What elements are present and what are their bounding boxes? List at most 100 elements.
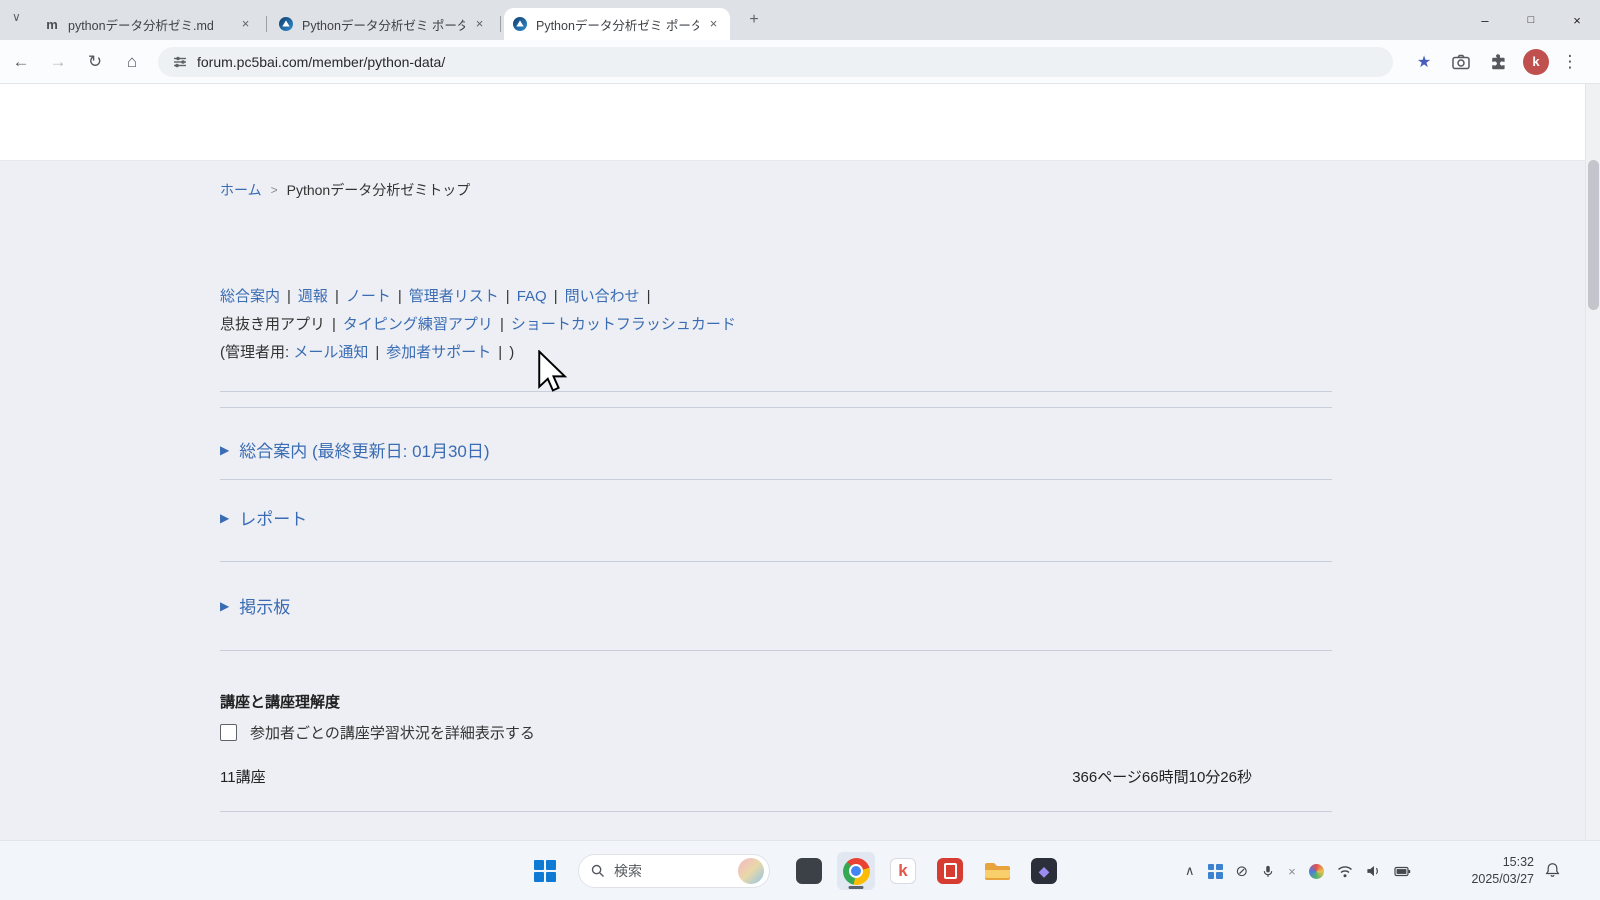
quick-links-row-1: 総合案内|週報|ノート|管理者リスト|FAQ|問い合わせ| <box>220 285 658 306</box>
site-favicon-icon <box>278 16 294 32</box>
browser-menu-icon[interactable]: ⋮ <box>1554 46 1586 78</box>
checkbox-row: 参加者ごとの講座学習状況を詳細表示する <box>220 722 535 743</box>
browser-tab-strip: ∨ m pythonデータ分析ゼミ.md × Pythonデータ分析ゼミ ポータ… <box>0 0 1600 40</box>
start-button-icon[interactable] <box>534 860 556 882</box>
link-shortcut-flashcards[interactable]: ショートカットフラッシュカード <box>511 316 736 333</box>
diamond-icon: ◆ <box>1031 858 1057 884</box>
taskbar-search-box[interactable]: 検索 <box>578 854 770 888</box>
speaker-icon[interactable] <box>1366 864 1381 878</box>
separator: | <box>375 344 379 361</box>
link-admin-list[interactable]: 管理者リスト <box>409 288 499 305</box>
window-maximize-button[interactable]: □ <box>1508 0 1554 40</box>
toolbar-right-tools: ★ k ⋮ <box>1403 46 1586 78</box>
site-info-icon[interactable] <box>172 54 188 70</box>
taskbar-app-dark[interactable] <box>790 852 828 890</box>
separator: | <box>500 316 504 333</box>
extensions-puzzle-icon[interactable] <box>1482 46 1514 78</box>
breadcrumb-current: Pythonデータ分析ゼミトップ <box>287 180 471 200</box>
separator: | <box>287 288 291 305</box>
address-bar[interactable]: forum.pc5bai.com/member/python-data/ <box>158 47 1393 77</box>
courses-heading: 講座と講座理解度 <box>220 691 340 712</box>
divider <box>220 811 1332 812</box>
tray-chevron-up-icon[interactable]: ∧ <box>1185 863 1195 879</box>
system-tray: ∧ ⊘ × <box>1185 841 1411 900</box>
link-mail-notify[interactable]: メール通知 <box>293 344 368 361</box>
taskbar-app-k[interactable]: k <box>884 852 922 890</box>
bookmark-star-icon[interactable]: ★ <box>1408 46 1440 78</box>
window-minimize-button[interactable]: – <box>1462 0 1508 40</box>
window-close-button[interactable]: × <box>1554 0 1600 40</box>
browser-scrollbar[interactable] <box>1585 84 1600 840</box>
tab-close-icon[interactable]: × <box>705 16 722 33</box>
checkbox-label[interactable]: 参加者ごとの講座学習状況を詳細表示する <box>250 722 535 743</box>
section-toggle-report[interactable]: ▶ レポート <box>220 505 307 530</box>
label-admin-prefix: (管理者用: <box>220 344 289 361</box>
taskbar-clock[interactable]: 15:32 2025/03/27 <box>1471 854 1534 888</box>
triangle-right-icon: ▶ <box>220 599 229 613</box>
tab-title: Pythonデータ分析ゼミ ポータルトッ <box>302 15 465 34</box>
back-button-icon[interactable]: ← <box>5 46 37 78</box>
widgets-icon[interactable] <box>1208 864 1223 879</box>
reload-button-icon[interactable]: ↻ <box>79 46 111 78</box>
breadcrumb-home-link[interactable]: ホーム <box>220 180 262 200</box>
search-icon <box>591 864 605 878</box>
taskbar-app-dark2[interactable]: ◆ <box>1025 852 1063 890</box>
site-header: パソコン仕事5倍塾 35,000人を指導した東大卒・元日本IBM社内講師が直伝 … <box>0 84 1600 161</box>
tab-close-icon[interactable]: × <box>471 16 488 33</box>
home-button-icon[interactable]: ⌂ <box>116 46 148 78</box>
divider <box>220 391 1332 392</box>
divider <box>220 650 1332 651</box>
tab-close-icon[interactable]: × <box>237 16 254 33</box>
screenshot-camera-icon[interactable] <box>1445 46 1477 78</box>
section-title: 総合案内 (最終更新日: 01月30日) <box>239 437 489 462</box>
url-text[interactable]: forum.pc5bai.com/member/python-data/ <box>197 54 445 70</box>
active-app-indicator <box>849 886 864 889</box>
link-participant-support[interactable]: 参加者サポート <box>386 344 491 361</box>
separator: | <box>647 288 651 305</box>
tab-separator <box>500 16 501 32</box>
link-contact[interactable]: 問い合わせ <box>565 288 640 305</box>
separator: | <box>335 288 339 305</box>
section-title: 掲示板 <box>239 593 290 618</box>
taskbar-app-chrome[interactable] <box>837 852 875 890</box>
section-title: レポート <box>239 505 307 530</box>
site-favicon-icon <box>512 16 528 32</box>
section-toggle-board[interactable]: ▶ 掲示板 <box>220 593 290 618</box>
do-not-disturb-icon[interactable]: ⊘ <box>1236 862 1249 880</box>
search-highlight-image[interactable] <box>738 858 764 884</box>
link-weekly-report[interactable]: 週報 <box>298 288 328 305</box>
forward-button-icon[interactable]: → <box>42 46 74 78</box>
quick-links-row-3: (管理者用: メール通知 | 参加者サポート |) <box>220 341 514 362</box>
tray-close-icon[interactable]: × <box>1288 864 1296 879</box>
folder-icon <box>984 861 1011 882</box>
wifi-icon[interactable] <box>1337 865 1353 878</box>
label-break-apps: 息抜き用アプリ <box>220 316 325 333</box>
new-tab-button[interactable]: + <box>744 10 764 30</box>
section-toggle-general-guide[interactable]: ▶ 総合案内 (最終更新日: 01月30日) <box>220 437 490 462</box>
profile-avatar[interactable]: k <box>1523 49 1549 75</box>
notification-bell-icon[interactable] <box>1545 862 1560 878</box>
label-admin-suffix: ) <box>509 344 514 361</box>
divider <box>220 561 1332 562</box>
chrome-icon <box>843 858 870 885</box>
clock-time: 15:32 <box>1471 854 1534 871</box>
microphone-icon[interactable] <box>1261 864 1275 879</box>
link-faq[interactable]: FAQ <box>517 288 547 305</box>
tab-title: Pythonデータ分析ゼミ ポータルトッ <box>536 15 699 34</box>
triangle-right-icon: ▶ <box>220 443 229 457</box>
tab-search-chevron-icon[interactable]: ∨ <box>12 10 21 24</box>
tray-color-app-icon[interactable] <box>1309 864 1324 879</box>
scrollbar-thumb[interactable] <box>1588 160 1599 310</box>
detail-view-checkbox[interactable] <box>220 724 237 741</box>
taskbar-app-red[interactable] <box>931 852 969 890</box>
browser-tab-1[interactable]: m pythonデータ分析ゼミ.md × <box>36 8 262 40</box>
separator: | <box>498 344 502 361</box>
browser-tab-3-active[interactable]: Pythonデータ分析ゼミ ポータルトッ × <box>504 8 730 40</box>
clock-date: 2025/03/27 <box>1471 871 1534 888</box>
taskbar-app-explorer[interactable] <box>978 852 1016 890</box>
link-notes[interactable]: ノート <box>346 288 391 305</box>
browser-tab-2[interactable]: Pythonデータ分析ゼミ ポータルトッ × <box>270 8 496 40</box>
battery-icon[interactable] <box>1394 865 1411 878</box>
link-typing-app[interactable]: タイピング練習アプリ <box>343 316 493 333</box>
link-general-guide[interactable]: 総合案内 <box>220 288 280 305</box>
